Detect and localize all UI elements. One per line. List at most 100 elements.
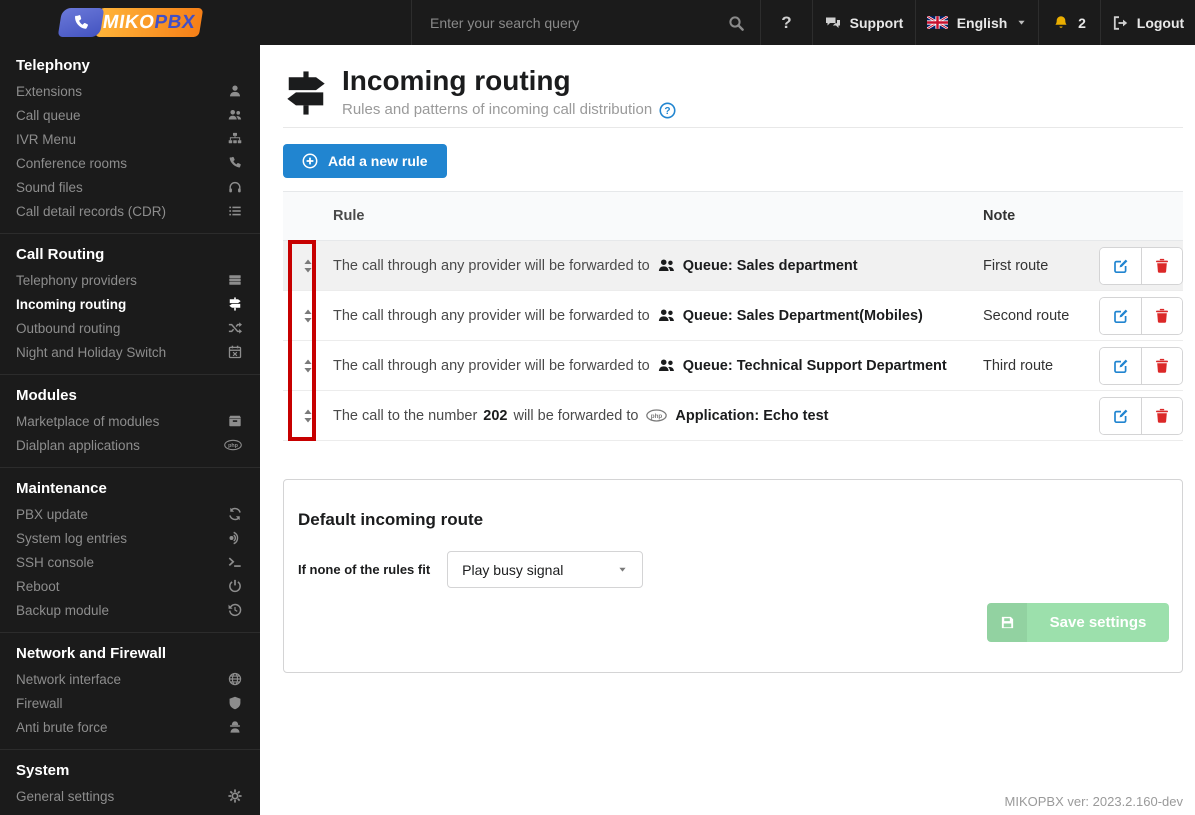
save-settings-label: Save settings	[1049, 614, 1147, 631]
save-icon	[987, 603, 1027, 642]
search-input[interactable]	[428, 13, 728, 32]
trash-icon	[1154, 308, 1170, 324]
search-icon[interactable]	[728, 15, 744, 31]
sidebar-item-sound-files[interactable]: Sound files	[0, 175, 260, 199]
rule-text: The call through any provider will be fo…	[333, 307, 650, 324]
sidebar-item-marketplace[interactable]: Marketplace of modules	[0, 409, 260, 433]
rule-note: Second route	[983, 307, 1070, 324]
logout-label: Logout	[1136, 14, 1185, 31]
sync-icon	[228, 507, 242, 521]
delete-rule-button[interactable]	[1141, 247, 1182, 284]
php-icon	[646, 409, 667, 422]
sidebar-item-dialplan-applications[interactable]: Dialplan applications	[0, 433, 260, 457]
sidebar-item-backup-module[interactable]: Backup module	[0, 598, 260, 622]
sidebar-section-modules: Modules Marketplace of modules Dialplan …	[0, 374, 260, 467]
delete-rule-button[interactable]	[1141, 397, 1182, 434]
sidebar-section-network-firewall: Network and Firewall Network interface F…	[0, 632, 260, 749]
sidebar-item-label: Outbound routing	[16, 320, 121, 336]
sidebar-item-night-holiday-switch[interactable]: Night and Holiday Switch	[0, 340, 260, 364]
sign-out-icon	[1112, 15, 1128, 31]
comments-icon	[825, 15, 841, 31]
panel-title: Default incoming route	[298, 510, 484, 529]
sidebar-item-label: IVR Menu	[16, 131, 77, 147]
table-row: The call to the number 202 will be forwa…	[283, 391, 1183, 441]
drag-handle-icon[interactable]	[299, 407, 317, 425]
app-logo[interactable]: MIKO PBX	[0, 0, 260, 45]
language-dropdown[interactable]: English	[915, 0, 1038, 45]
sidebar-item-reboot[interactable]: Reboot	[0, 574, 260, 598]
sidebar-item-general-settings[interactable]: General settings	[0, 784, 260, 808]
sidebar-section-system: System General settings	[0, 749, 260, 815]
sidebar-item-network-interface[interactable]: Network interface	[0, 667, 260, 691]
sitemap-icon	[228, 132, 242, 146]
support-button[interactable]: Support	[812, 0, 915, 45]
save-settings-button[interactable]: Save settings	[987, 603, 1169, 642]
sidebar-item-system-log-entries[interactable]: System log entries	[0, 526, 260, 550]
sidebar-section-maintenance: Maintenance PBX update System log entrie…	[0, 467, 260, 632]
caret-down-icon	[617, 564, 628, 575]
sidebar-item-firewall[interactable]: Firewall	[0, 691, 260, 715]
question-circle-icon[interactable]	[659, 102, 676, 119]
sidebar-item-pbx-update[interactable]: PBX update	[0, 502, 260, 526]
note-column-header: Note	[983, 208, 1016, 224]
logout-button[interactable]: Logout	[1100, 0, 1195, 45]
delete-rule-button[interactable]	[1141, 297, 1182, 334]
sidebar-item-label: Telephony providers	[16, 272, 137, 288]
rule-column-header: Rule	[333, 208, 365, 224]
global-search	[411, 0, 760, 45]
edit-rule-button[interactable]	[1100, 247, 1141, 284]
drag-handle-icon[interactable]	[299, 257, 317, 275]
calendar-icon	[228, 345, 242, 359]
sidebar-item-label: Reboot	[16, 578, 60, 594]
rule-number: 202	[483, 407, 508, 424]
main-content: Incoming routing Rules and patterns of i…	[260, 45, 1195, 815]
sidebar-item-telephony-providers[interactable]: Telephony providers	[0, 268, 260, 292]
users-icon	[658, 357, 675, 374]
page-header: Incoming routing Rules and patterns of i…	[283, 65, 1195, 120]
box-icon	[228, 414, 242, 428]
trash-icon	[1154, 358, 1170, 374]
headphones-icon	[228, 180, 242, 194]
delete-rule-button[interactable]	[1141, 347, 1182, 384]
sidebar-item-extensions[interactable]: Extensions	[0, 79, 260, 103]
power-icon	[228, 579, 242, 593]
sidebar-section-title: System	[16, 762, 70, 779]
terminal-icon	[228, 555, 242, 569]
sidebar-item-cdr[interactable]: Call detail records (CDR)	[0, 199, 260, 223]
globe-icon	[228, 672, 242, 686]
default-route-label: If none of the rules fit	[298, 562, 431, 577]
edit-rule-button[interactable]	[1100, 297, 1141, 334]
history-icon	[228, 603, 242, 617]
drag-handle-icon[interactable]	[299, 357, 317, 375]
help-label: ?	[781, 12, 792, 32]
table-row: The call through any provider will be fo…	[283, 291, 1183, 341]
rule-text: will be forwarded to	[513, 407, 639, 424]
phone-icon	[228, 156, 242, 170]
default-route-dropdown[interactable]: Play busy signal	[447, 551, 644, 588]
sidebar-item-ivr-menu[interactable]: IVR Menu	[0, 127, 260, 151]
rule-target: Queue: Technical Support Department	[682, 357, 947, 374]
help-button[interactable]: ?	[760, 0, 812, 45]
sidebar-item-ssh-console[interactable]: SSH console	[0, 550, 260, 574]
signpost-icon	[283, 70, 329, 116]
trash-icon	[1154, 258, 1170, 274]
sidebar-item-call-queue[interactable]: Call queue	[0, 103, 260, 127]
add-rule-button[interactable]: Add a new rule	[283, 144, 447, 178]
sidebar-item-label: General settings	[16, 788, 115, 804]
sidebar-item-label: PBX update	[16, 506, 89, 522]
notifications-button[interactable]: 2	[1038, 0, 1100, 45]
uk-flag-icon	[927, 16, 948, 29]
drag-handle-icon[interactable]	[299, 307, 317, 325]
edit-rule-button[interactable]	[1100, 347, 1141, 384]
sidebar-item-conference-rooms[interactable]: Conference rooms	[0, 151, 260, 175]
sidebar-item-anti-brute-force[interactable]: Anti brute force	[0, 715, 260, 739]
notification-count: 2	[1078, 14, 1086, 31]
sidebar-section-call-routing: Call Routing Telephony providers Incomin…	[0, 233, 260, 374]
rule-target: Application: Echo test	[675, 407, 829, 424]
php-icon	[224, 438, 242, 452]
edit-rule-button[interactable]	[1100, 397, 1141, 434]
sidebar-item-label: Call queue	[16, 107, 81, 123]
sidebar-item-outbound-routing[interactable]: Outbound routing	[0, 316, 260, 340]
table-header-row: Rule Note	[283, 191, 1183, 241]
sidebar-item-incoming-routing[interactable]: Incoming routing	[0, 292, 260, 316]
